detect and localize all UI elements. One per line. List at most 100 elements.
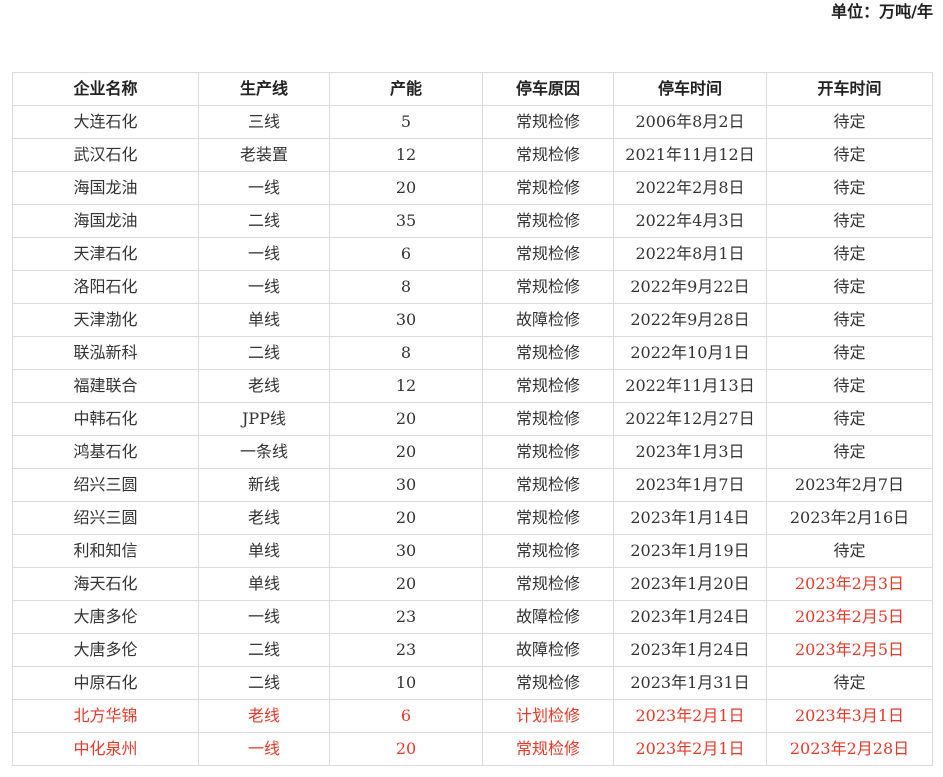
cell-line: 老线 <box>198 369 330 403</box>
cell-stop-time: 2023年2月1日 <box>613 699 767 733</box>
cell-stop-time: 2022年12月27日 <box>613 402 767 436</box>
cell-stop-time: 2023年1月20日 <box>613 567 767 601</box>
cell-stop-time: 2023年1月19日 <box>613 534 767 568</box>
cell-stop-time: 2022年9月22日 <box>613 270 767 304</box>
cell-capacity: 8 <box>329 270 483 304</box>
table-row: 海国龙油 一线 20 常规检修 2022年2月8日 待定 <box>12 171 933 205</box>
cell-start-time: 2023年2月3日 <box>766 567 933 601</box>
cell-company: 联泓新科 <box>12 336 199 370</box>
cell-capacity: 30 <box>329 468 483 502</box>
cell-line: 一条线 <box>198 435 330 469</box>
cell-company: 海天石化 <box>12 567 199 601</box>
cell-company: 绍兴三圆 <box>12 501 199 535</box>
cell-capacity: 23 <box>329 633 483 667</box>
cell-start-time: 待定 <box>766 171 933 205</box>
table-row: 中化泉州 一线 20 常规检修 2023年2月1日 2023年2月28日 <box>12 732 933 766</box>
cell-start-time: 待定 <box>766 435 933 469</box>
cell-reason: 常规检修 <box>482 237 614 271</box>
cell-reason: 故障检修 <box>482 633 614 667</box>
cell-capacity: 5 <box>329 105 483 139</box>
cell-company: 大唐多伦 <box>12 633 199 667</box>
cell-company: 大连石化 <box>12 105 199 139</box>
cell-reason: 常规检修 <box>482 270 614 304</box>
cell-stop-time: 2023年1月7日 <box>613 468 767 502</box>
cell-company: 中韩石化 <box>12 402 199 436</box>
table-row: 洛阳石化 一线 8 常规检修 2022年9月22日 待定 <box>12 270 933 304</box>
cell-reason: 常规检修 <box>482 105 614 139</box>
cell-company: 中原石化 <box>12 666 199 700</box>
cell-stop-time: 2023年1月24日 <box>613 600 767 634</box>
cell-reason: 常规检修 <box>482 435 614 469</box>
cell-reason: 常规检修 <box>482 369 614 403</box>
cell-start-time: 待定 <box>766 270 933 304</box>
table-row: 武汉石化 老装置 12 常规检修 2021年11月12日 待定 <box>12 138 933 172</box>
cell-start-time: 2023年2月5日 <box>766 633 933 667</box>
cell-capacity: 10 <box>329 666 483 700</box>
table-row: 绍兴三圆 新线 30 常规检修 2023年1月7日 2023年2月7日 <box>12 468 933 502</box>
cell-start-time: 待定 <box>766 336 933 370</box>
cell-company: 北方华锦 <box>12 699 199 733</box>
table-row: 海国龙油 二线 35 常规检修 2022年4月3日 待定 <box>12 204 933 238</box>
cell-reason: 常规检修 <box>482 468 614 502</box>
table-row: 绍兴三圆 老线 20 常规检修 2023年1月14日 2023年2月16日 <box>12 501 933 535</box>
cell-start-time: 待定 <box>766 138 933 172</box>
cell-reason: 故障检修 <box>482 600 614 634</box>
table-row: 福建联合 老线 12 常规检修 2022年11月13日 待定 <box>12 369 933 403</box>
cell-reason: 计划检修 <box>482 699 614 733</box>
cell-company: 福建联合 <box>12 369 199 403</box>
cell-stop-time: 2022年9月28日 <box>613 303 767 337</box>
cell-line: 三线 <box>198 105 330 139</box>
cell-reason: 常规检修 <box>482 171 614 205</box>
unit-label: 单位：万吨/年 <box>831 2 933 21</box>
cell-capacity: 35 <box>329 204 483 238</box>
cell-stop-time: 2022年11月13日 <box>613 369 767 403</box>
cell-stop-time: 2022年2月8日 <box>613 171 767 205</box>
cell-capacity: 6 <box>329 699 483 733</box>
cell-line: 一线 <box>198 171 330 205</box>
cell-start-time: 待定 <box>766 534 933 568</box>
cell-company: 中化泉州 <box>12 732 199 766</box>
cell-company: 利和知信 <box>12 534 199 568</box>
table-row: 天津石化 一线 6 常规检修 2022年8月1日 待定 <box>12 237 933 271</box>
cell-line: 单线 <box>198 567 330 601</box>
cell-capacity: 20 <box>329 501 483 535</box>
cell-capacity: 20 <box>329 171 483 205</box>
cell-line: 二线 <box>198 666 330 700</box>
table-row: 海天石化 单线 20 常规检修 2023年1月20日 2023年2月3日 <box>12 567 933 601</box>
cell-start-time: 2023年2月16日 <box>766 501 933 535</box>
cell-capacity: 20 <box>329 402 483 436</box>
cell-line: 老线 <box>198 699 330 733</box>
cell-line: 一线 <box>198 600 330 634</box>
cell-line: JPP线 <box>198 402 330 436</box>
table-body: 大连石化 三线 5 常规检修 2006年8月2日 待定 武汉石化 老装置 12 常规检修 2021年… <box>12 105 933 766</box>
cell-line: 二线 <box>198 204 330 238</box>
cell-reason: 常规检修 <box>482 138 614 172</box>
cell-start-time: 待定 <box>766 666 933 700</box>
cell-capacity: 23 <box>329 600 483 634</box>
cell-stop-time: 2023年1月31日 <box>613 666 767 700</box>
cell-reason: 常规检修 <box>482 336 614 370</box>
header-reason: 停车原因 <box>482 72 614 106</box>
cell-start-time: 待定 <box>766 204 933 238</box>
cell-start-time: 2023年3月1日 <box>766 699 933 733</box>
cell-capacity: 30 <box>329 303 483 337</box>
cell-capacity: 20 <box>329 435 483 469</box>
cell-company: 洛阳石化 <box>12 270 199 304</box>
cell-stop-time: 2023年1月24日 <box>613 633 767 667</box>
table-row: 中原石化 二线 10 常规检修 2023年1月31日 待定 <box>12 666 933 700</box>
cell-capacity: 6 <box>329 237 483 271</box>
cell-start-time: 2023年2月7日 <box>766 468 933 502</box>
table-row: 鸿基石化 一条线 20 常规检修 2023年1月3日 待定 <box>12 435 933 469</box>
cell-capacity: 8 <box>329 336 483 370</box>
table-row: 大唐多伦 一线 23 故障检修 2023年1月24日 2023年2月5日 <box>12 600 933 634</box>
cell-company: 大唐多伦 <box>12 600 199 634</box>
cell-line: 一线 <box>198 270 330 304</box>
cell-stop-time: 2022年4月3日 <box>613 204 767 238</box>
table-header-row: 企业名称 生产线 产能 停车原因 停车时间 开车时间 <box>12 72 933 106</box>
cell-stop-time: 2022年8月1日 <box>613 237 767 271</box>
cell-start-time: 2023年2月5日 <box>766 600 933 634</box>
cell-line: 二线 <box>198 633 330 667</box>
cell-line: 老线 <box>198 501 330 535</box>
cell-company: 武汉石化 <box>12 138 199 172</box>
table-row: 大连石化 三线 5 常规检修 2006年8月2日 待定 <box>12 105 933 139</box>
